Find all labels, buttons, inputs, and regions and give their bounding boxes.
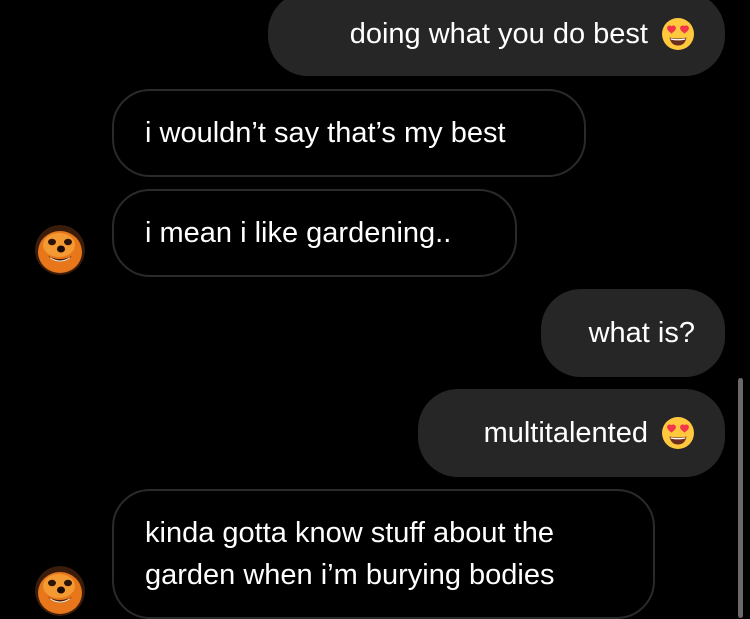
received-message[interactable]: i mean i like gardening.. — [112, 189, 517, 277]
heart-eyes-emoji-icon — [661, 416, 695, 450]
sent-message[interactable]: doing what you do best — [268, 0, 725, 76]
contact-avatar[interactable] — [35, 566, 85, 616]
message-line: garden when i’m burying bodies — [145, 559, 555, 591]
message-line: kinda gotta know stuff about the — [145, 517, 554, 549]
sent-message[interactable]: what is? — [541, 289, 725, 377]
message-text: i wouldn’t say that’s my best — [145, 117, 506, 149]
message-text: doing what you do best — [349, 18, 648, 50]
message-text: what is? — [588, 317, 695, 349]
scrollbar[interactable] — [738, 378, 743, 618]
received-message[interactable]: i wouldn’t say that’s my best — [112, 89, 586, 177]
heart-eyes-emoji-icon — [661, 17, 695, 51]
message-text: kinda gotta know stuff about the garden … — [145, 512, 554, 596]
received-message[interactable]: kinda gotta know stuff about the garden … — [112, 489, 655, 619]
message-text: multitalented — [483, 417, 648, 449]
contact-avatar[interactable] — [35, 225, 85, 275]
message-text: i mean i like gardening.. — [145, 217, 452, 249]
sent-message[interactable]: multitalented — [418, 389, 725, 477]
